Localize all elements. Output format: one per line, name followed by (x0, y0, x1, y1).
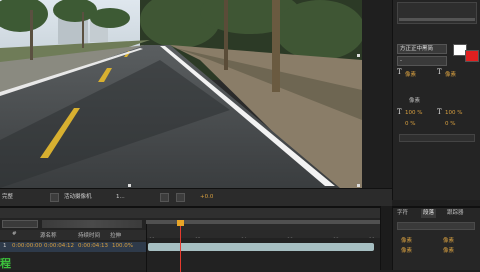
handle-bottom-center[interactable] (128, 184, 131, 187)
views-dropdown[interactable]: 1... (116, 193, 125, 202)
grid-toggle-icon[interactable] (50, 193, 59, 202)
layer-switches-icons[interactable] (42, 220, 142, 228)
font-size-value[interactable]: 像素 (405, 70, 416, 78)
vertical-scale-icon: T (397, 108, 402, 116)
handle-top-right[interactable] (357, 54, 360, 57)
timeline-tab-bar (0, 208, 392, 218)
tab-paragraph[interactable]: 段落 (421, 209, 437, 218)
horizontal-scale-value[interactable]: 100 % (445, 110, 462, 116)
stroke-color-swatch[interactable] (465, 50, 479, 62)
timeline-search-input[interactable] (2, 220, 38, 228)
layer-duration-bar[interactable] (148, 243, 374, 251)
col-stretch: 拉伸 (110, 233, 122, 239)
space-before-value[interactable]: 像素 (401, 246, 412, 254)
panel-scrollbar[interactable] (399, 18, 475, 21)
layer-duration[interactable]: 0:00:04:13 (78, 243, 108, 249)
space-after-value[interactable]: 像素 (443, 246, 454, 254)
timeline-column-header (0, 230, 146, 240)
font-style-dropdown[interactable]: - (397, 56, 447, 66)
fast-preview-icon[interactable] (160, 193, 169, 202)
corner-glyph: 程 (0, 257, 11, 270)
vertical-scale-value[interactable]: 100 % (405, 110, 422, 116)
align-buttons[interactable] (397, 222, 475, 230)
character-panel: 方正正中黑简 - T 像素 T 像素 像素 T 100 % T 100 % 0 … (392, 0, 480, 200)
layer-stretch[interactable]: 100.0% (112, 243, 133, 249)
viewer-toolbar: 完整 活动摄像机 1... +0.0 (0, 188, 392, 206)
indent-right-value[interactable]: 像素 (443, 236, 454, 244)
font-family-dropdown[interactable]: 方正正中黑简 (397, 44, 447, 54)
stroke-width-label: 像素 (409, 98, 421, 104)
composition-viewer[interactable] (0, 0, 362, 188)
col-index: # (12, 231, 17, 237)
zoom-dropdown[interactable]: 完整 (2, 193, 13, 202)
handle-bottom-right[interactable] (357, 184, 360, 187)
col-duration: 持续时间 (78, 233, 101, 239)
playhead-handle[interactable] (177, 220, 184, 226)
playhead-line[interactable] (180, 220, 181, 272)
col-source-name: 源名称 (40, 233, 57, 239)
paragraph-panel: 字符 段落 跟踪器 像素 像素 像素 像素 (392, 206, 480, 270)
text-style-buttons[interactable] (399, 134, 475, 142)
layer-in-time[interactable]: 0:00:00:00 (12, 243, 42, 249)
camera-dropdown[interactable]: 活动摄像机 (64, 193, 92, 202)
baseline-shift-value[interactable]: 0 % (405, 121, 415, 127)
leading-icon: T (437, 68, 442, 76)
timeline-icon[interactable] (176, 193, 185, 202)
tsume-value[interactable]: 0 % (445, 121, 455, 127)
timeline-panel: # 源名称 持续时间 拉伸 1 0:00:00:00 0:00:04:12 0:… (0, 206, 392, 272)
exposure-value[interactable]: +0.0 (200, 193, 213, 202)
video-frame (0, 0, 362, 188)
font-size-icon: T (397, 68, 402, 76)
timeline-scrollbar[interactable] (380, 206, 392, 270)
indent-left-value[interactable]: 像素 (401, 236, 412, 244)
leading-value[interactable]: 像素 (445, 70, 456, 78)
tab-tracker[interactable]: 跟踪器 (445, 209, 466, 218)
layer-index: 1 (3, 243, 7, 249)
tab-character[interactable]: 字符 (395, 209, 410, 218)
layer-out-time[interactable]: 0:00:04:12 (44, 243, 74, 249)
horizontal-scale-icon: T (437, 108, 442, 116)
